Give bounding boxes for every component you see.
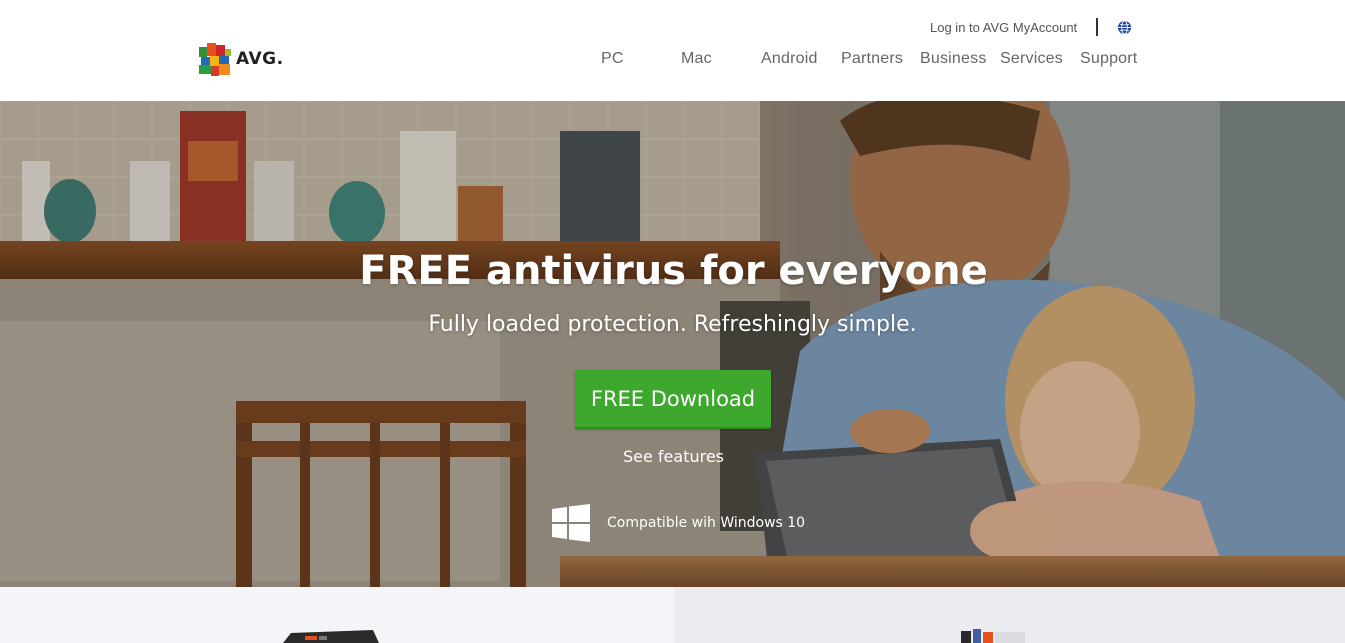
nav-item-business[interactable]: Business	[920, 50, 987, 68]
nav-item-support[interactable]: Support	[1080, 50, 1137, 68]
product-box-image	[961, 629, 1025, 643]
nav-item-pc[interactable]: PC	[601, 50, 624, 68]
hero-title: FREE antivirus for everyone	[359, 248, 988, 294]
product-box-image	[283, 630, 379, 643]
globe-icon[interactable]	[1117, 19, 1132, 35]
nav-item-mac[interactable]: Mac	[681, 50, 712, 68]
hero-banner: FREE antivirus for everyone Fully loaded…	[0, 101, 1345, 587]
site-header: AVG. Log in to AVG MyAccount PC Mac Andr…	[0, 0, 1345, 101]
free-download-button[interactable]: FREE Download	[575, 370, 771, 429]
product-panel-right	[674, 587, 1345, 643]
hero-subtitle: Fully loaded protection. Refreshingly si…	[428, 312, 917, 337]
product-panel-left	[0, 587, 674, 643]
divider	[1096, 18, 1099, 36]
nav-item-partners[interactable]: Partners	[841, 50, 903, 68]
compatibility-text: Compatible wih Windows 10	[607, 515, 806, 531]
windows-logo-icon	[552, 504, 590, 542]
login-link[interactable]: Log in to AVG MyAccount	[930, 20, 1077, 35]
nav-item-android[interactable]: Android	[761, 50, 818, 68]
windows-compatibility: Compatible wih Windows 10	[552, 503, 805, 543]
see-features-link[interactable]: See features	[0, 447, 1345, 466]
account-bar: Log in to AVG MyAccount	[920, 16, 1132, 38]
nav-item-services[interactable]: Services	[1000, 50, 1063, 68]
main-nav: PC Mac Android Partners Business Service…	[0, 50, 1345, 74]
